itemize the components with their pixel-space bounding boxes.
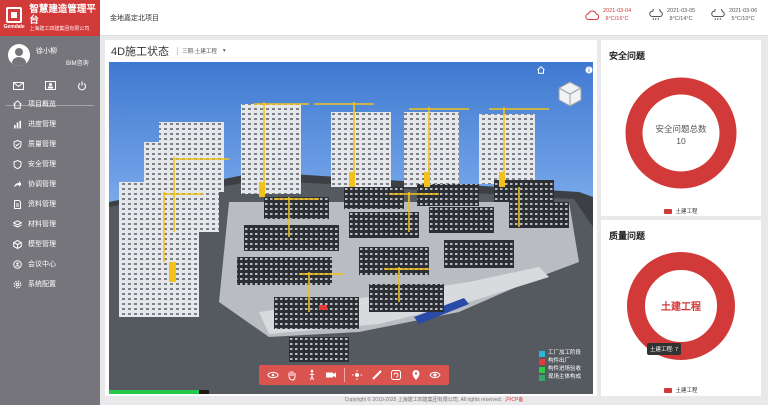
- legend-swatch: [664, 208, 673, 214]
- rain-cloud-icon: [648, 7, 664, 21]
- company-name: 上海建工四建集团有限公司: [29, 26, 90, 33]
- rain-cloud-icon: [710, 7, 726, 21]
- home-view-icon[interactable]: [537, 66, 545, 74]
- copyright-text: Copyright © 2019-2025 上海建工四建集团有限公司. All …: [344, 397, 502, 403]
- settings-icon: [12, 279, 22, 289]
- sidebar: Gemdale 智慧建造管理平台 上海建工四建集团有限公司 徐小柳 BIM咨询 …: [0, 0, 100, 405]
- status-legend: 工厂加工阶段 构件出厂 构件进场验收 现场主体构成: [539, 350, 581, 382]
- document-icon: [12, 199, 22, 209]
- platform-title: 智慧建造管理平台: [29, 3, 96, 26]
- component-marker: [319, 305, 327, 310]
- cloud-icon: [584, 9, 600, 21]
- meeting-icon: [12, 259, 22, 269]
- chevron-down-icon: ▾: [222, 48, 226, 54]
- measure-ruler-icon[interactable]: [370, 368, 384, 382]
- location-pin-icon[interactable]: [409, 368, 423, 382]
- donut-center-label: 土建工程: [661, 300, 701, 313]
- quality-issues-card: 质量问题 土建工程 土建工程: 7 土建工程: [601, 220, 761, 396]
- section-box-icon[interactable]: [389, 368, 403, 382]
- legend-item: 现场主体构成: [539, 374, 581, 382]
- legend-item: 构件出厂: [539, 358, 581, 366]
- sidebar-item-models[interactable]: 模型管理: [0, 234, 100, 254]
- sidebar-item-overview[interactable]: 项目概览: [0, 94, 100, 114]
- pan-hand-icon[interactable]: [285, 368, 299, 382]
- legend-swatch: [539, 358, 545, 365]
- orbit-icon[interactable]: [266, 368, 280, 382]
- toolbar-divider: [343, 368, 345, 382]
- safety-donut-chart: 安全问题总数 10: [625, 77, 737, 189]
- sidebar-item-progress[interactable]: 进度管理: [0, 114, 100, 134]
- weather-temp: 8°C/16°C: [605, 16, 629, 23]
- user-name: 徐小柳: [36, 48, 57, 55]
- weather-date: 2021-03-06: [729, 8, 758, 14]
- weather-date: 2021-03-05: [667, 8, 696, 14]
- chart-tooltip: 土建工程: 7: [647, 343, 682, 355]
- panel-title: 4D施工状态: [111, 46, 170, 58]
- sidebar-nav: 项目概览 进度管理 质量管理 安全管理 协调管理 资料管理 材料管理 模型管理: [0, 94, 100, 294]
- share-arrow-icon: [12, 179, 22, 189]
- legend-item: 工厂加工阶段: [539, 350, 581, 358]
- weather-day-1: 2021-03-04 8°C/16°C: [584, 7, 631, 24]
- icp-link[interactable]: 沪ICP备: [505, 397, 523, 403]
- company-logo: Gemdale: [3, 4, 25, 32]
- sidebar-item-safety[interactable]: 安全管理: [0, 154, 100, 174]
- info-icon[interactable]: [585, 66, 593, 74]
- viewer-toolbar: [259, 365, 449, 385]
- sidebar-item-materials[interactable]: 材料管理: [0, 214, 100, 234]
- home-icon: [12, 99, 22, 109]
- weather-day-3: 2021-03-06 5°C/10°C: [710, 7, 757, 24]
- quality-donut-chart: 土建工程: [627, 252, 735, 360]
- top-bar: 金地嘉定北项目 2021-03-04 8°C/16°C 2021-03-05 8…: [100, 0, 768, 36]
- legend-item: 构件进场验收: [539, 366, 581, 374]
- legend-swatch: [539, 374, 545, 381]
- bim-3d-viewport[interactable]: 工厂加工阶段 构件出厂 构件进场验收 现场主体构成: [109, 62, 593, 394]
- eye-icon[interactable]: [428, 368, 442, 382]
- view-cube-icon[interactable]: [556, 80, 584, 108]
- power-icon[interactable]: [76, 81, 88, 90]
- explode-model-icon[interactable]: [350, 368, 364, 382]
- shield-icon: [12, 159, 22, 169]
- donut-center-label: 安全问题总数: [655, 124, 707, 134]
- walk-person-icon[interactable]: [305, 368, 319, 382]
- weather-temp: 5°C/10°C: [731, 16, 755, 23]
- site-model-render: [109, 102, 593, 394]
- bar-chart-icon: [12, 119, 22, 129]
- legend-swatch: [664, 387, 673, 393]
- sidebar-item-settings[interactable]: 系统配置: [0, 274, 100, 294]
- cube-icon: [12, 239, 22, 249]
- contact-card-icon[interactable]: [44, 81, 56, 90]
- user-profile: 徐小柳 BIM咨询: [0, 36, 100, 106]
- phase-select[interactable]: 三期-土建工程 ▾: [177, 47, 226, 55]
- user-role: BIM咨询: [66, 61, 89, 67]
- construction-4d-panel: 4D施工状态 三期-土建工程 ▾ 工厂加工阶段 构件出厂 构件进场验收 现场主体…: [105, 40, 597, 396]
- donut-center-value: 10: [676, 136, 686, 146]
- sidebar-item-meetings[interactable]: 会议中心: [0, 254, 100, 274]
- legend-swatch: [539, 366, 545, 373]
- weather-date: 2021-03-04: [603, 8, 632, 14]
- weather-temp: 8°C/14°C: [669, 16, 693, 23]
- mail-icon[interactable]: [12, 81, 24, 90]
- sidebar-item-coordination[interactable]: 协调管理: [0, 174, 100, 194]
- legend-swatch: [539, 350, 545, 357]
- camera-icon[interactable]: [324, 368, 338, 382]
- sidebar-item-quality[interactable]: 质量管理: [0, 134, 100, 154]
- layers-icon: [12, 219, 22, 229]
- shield-check-icon: [12, 139, 22, 149]
- safety-issues-card: 安全问题 安全问题总数 10 土建工程: [601, 40, 761, 216]
- timeline-progress-bar[interactable]: [109, 390, 209, 394]
- chart-legend[interactable]: 土建工程: [601, 386, 761, 394]
- project-name[interactable]: 金地嘉定北项目: [110, 13, 159, 23]
- chart-legend[interactable]: 土建工程: [601, 207, 761, 215]
- timeline-progress-fill: [109, 390, 199, 394]
- avatar[interactable]: [8, 44, 30, 66]
- sidebar-item-documents[interactable]: 资料管理: [0, 194, 100, 214]
- brand-header: Gemdale 智慧建造管理平台 上海建工四建集团有限公司: [0, 0, 100, 36]
- footer: Copyright © 2019-2025 上海建工四建集团有限公司. All …: [100, 396, 768, 405]
- weather-day-2: 2021-03-05 8°C/14°C: [648, 7, 695, 24]
